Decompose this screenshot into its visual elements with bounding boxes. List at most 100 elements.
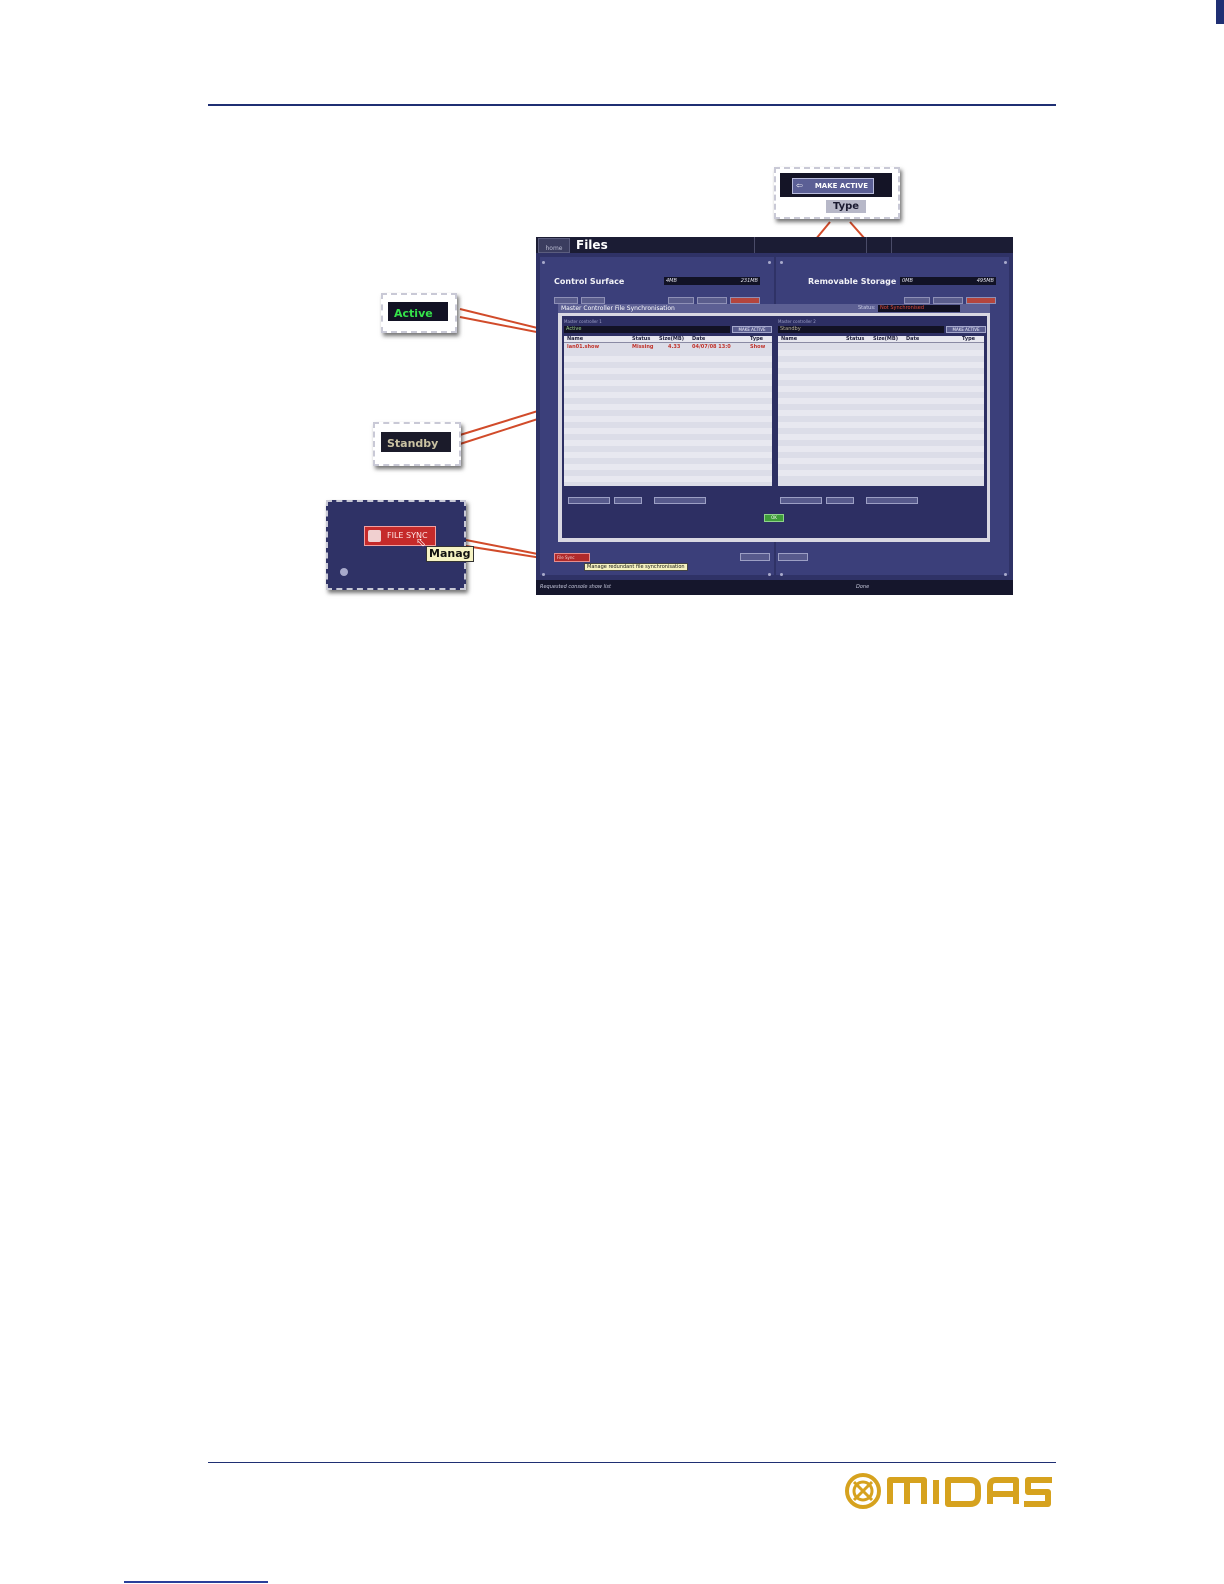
mc2-action-button[interactable]	[866, 497, 918, 504]
file-type: Show	[750, 344, 766, 350]
corner-screw	[542, 573, 545, 576]
table-stripe	[778, 422, 984, 428]
table-stripe	[564, 392, 772, 398]
meter-used: 0MB	[902, 278, 913, 284]
toolbar-button[interactable]	[933, 297, 963, 304]
mc2-action-button[interactable]	[826, 497, 854, 504]
table-stripe	[778, 374, 984, 380]
top-bar-divider	[866, 237, 867, 253]
col-date: Date	[692, 336, 706, 342]
status-bar: Requested console show list Done	[536, 580, 1013, 595]
table-stripe	[778, 362, 984, 368]
file-size: 4.33	[668, 344, 681, 350]
file-sync-dialog: Master Controller File Synchronisation S…	[558, 304, 990, 542]
toolbar-button[interactable]	[668, 297, 694, 304]
meter-used: 4MB	[666, 278, 677, 284]
toolbar-button[interactable]	[697, 297, 727, 304]
meter-free: 495MB	[976, 278, 994, 284]
table-stripe	[778, 410, 984, 416]
table-header: Name Status Size(MB) Date Type	[778, 336, 984, 343]
table-stripe	[564, 428, 772, 434]
standby-state-field: Standby	[381, 432, 451, 452]
active-callout: Active	[381, 293, 457, 333]
type-column-header: Type	[826, 200, 866, 213]
mc1-state: Active	[564, 326, 730, 333]
table-stripe	[778, 446, 984, 452]
file-status: Missing	[632, 344, 654, 350]
table-stripe	[778, 398, 984, 404]
standby-callout: Standby	[373, 422, 461, 466]
meter-free: 231MB	[740, 278, 758, 284]
col-type: Type	[962, 336, 976, 342]
col-date: Date	[906, 336, 920, 342]
ok-button[interactable]: OK	[764, 514, 784, 522]
table-stripe	[778, 470, 984, 476]
table-stripe	[564, 380, 772, 386]
sync-status-value: Not Synchronised	[878, 305, 960, 312]
table-header: Name Status Size(MB) Date Type	[564, 336, 772, 343]
file-sync-callout: FILE SYNC ⬁ Manag	[326, 500, 474, 590]
mc2-action-button[interactable]	[780, 497, 822, 504]
bottom-button[interactable]	[778, 553, 808, 561]
control-surface-meter: 4MB 231MB	[664, 277, 760, 285]
mc1-action-button[interactable]	[568, 497, 610, 504]
tab-home[interactable]: home	[538, 238, 570, 253]
toolbar-button[interactable]	[554, 297, 578, 304]
make-active-callout: MAKE ACTIVE ⇦ Type	[774, 167, 900, 219]
standby-state-label: Standby	[387, 437, 439, 450]
table-stripe	[778, 386, 984, 392]
file-date: 04/07/08 13:0	[692, 344, 731, 350]
toolbar-button[interactable]	[904, 297, 930, 304]
table-stripe	[778, 434, 984, 440]
footer-link-underline	[124, 1581, 268, 1583]
mc2-state: Standby	[778, 326, 944, 333]
corner-screw	[1004, 573, 1007, 576]
removable-storage-label: Removable Storage	[808, 277, 897, 286]
status-message: Requested console show list	[540, 584, 611, 590]
corner-screw	[768, 261, 771, 264]
file-sync-tooltip-large: Manag	[426, 546, 474, 562]
mc1-action-button[interactable]	[614, 497, 642, 504]
dialog-body: Master controller 1 Active MAKE ACTIVE M…	[562, 316, 987, 538]
active-state-field: Active	[388, 302, 448, 321]
table-stripe	[564, 416, 772, 422]
mc1-make-active-button[interactable]: MAKE ACTIVE	[732, 326, 772, 333]
col-size: Size(MB)	[873, 336, 898, 342]
table-stripe	[564, 476, 772, 482]
toolbar-button[interactable]	[730, 297, 760, 304]
mouse-cursor-icon: ⬁	[416, 535, 427, 549]
toolbar-button[interactable]	[966, 297, 996, 304]
make-active-button[interactable]: MAKE ACTIVE	[792, 178, 874, 194]
mc1-action-button[interactable]	[654, 497, 706, 504]
col-name: Name	[567, 336, 584, 342]
bottom-button[interactable]	[740, 553, 770, 561]
file-name: lan01.show	[567, 344, 600, 350]
mc2-make-active-button[interactable]: MAKE ACTIVE	[946, 326, 986, 333]
file-sync-button[interactable]: File Sync	[554, 553, 590, 562]
col-name: Name	[781, 336, 798, 342]
midas-logo	[844, 1472, 1056, 1510]
toolbar-button[interactable]	[581, 297, 605, 304]
table-stripe	[564, 464, 772, 470]
sync-icon	[368, 530, 381, 542]
mc2-label: Master controller 2	[778, 319, 816, 324]
corner-screw	[768, 573, 771, 576]
corner-screw	[780, 261, 783, 264]
top-bar-divider	[891, 237, 892, 253]
corner-screw	[1004, 261, 1007, 264]
status-label: Status:	[858, 305, 876, 311]
files-screen-screenshot: home Files Control Surface 4MB 231MB Rem…	[536, 237, 1013, 595]
top-bar: home Files	[536, 237, 1013, 253]
table-stripe	[778, 350, 984, 356]
file-sync-tooltip: Manage redundant file synchronisation	[584, 563, 688, 571]
table-stripe	[564, 452, 772, 458]
table-stripe	[564, 404, 772, 410]
page-title: Files	[576, 238, 608, 252]
active-state-label: Active	[394, 307, 433, 320]
mc2-file-table: Name Status Size(MB) Date Type	[778, 336, 984, 486]
corner-screw	[780, 573, 783, 576]
col-size: Size(MB)	[659, 336, 684, 342]
table-row[interactable]: lan01.show Missing 4.33 04/07/08 13:0 Sh…	[564, 344, 772, 350]
header-rule	[208, 104, 1056, 106]
col-type: Type	[750, 336, 764, 342]
